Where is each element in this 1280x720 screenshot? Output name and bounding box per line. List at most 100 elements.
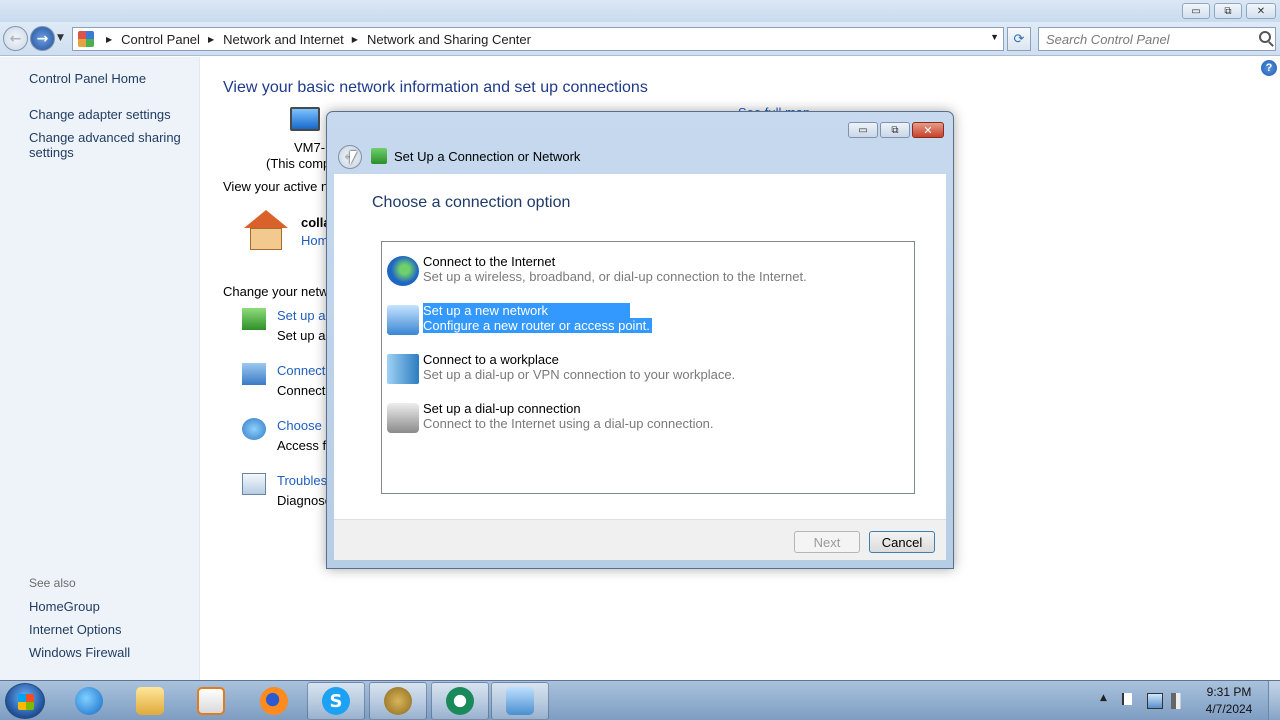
change-settings-heading: Change your netwo (223, 284, 336, 299)
forward-button[interactable]: → (30, 26, 55, 51)
taskbar-internet-explorer[interactable] (60, 682, 118, 720)
option-title: Connect to a workplace (423, 352, 559, 367)
taskbar-media-player[interactable] (182, 682, 240, 720)
option-description: Configure a new router or access point. (423, 318, 652, 333)
address-dropdown-icon[interactable]: ▼ (990, 32, 999, 42)
troubleshoot-icon (242, 473, 266, 495)
internet-explorer-icon (75, 687, 103, 715)
connect-network-task-desc: Connect (277, 383, 326, 398)
option-description: Set up a dial-up or VPN connection to yo… (423, 367, 736, 382)
mouse-cursor-icon (350, 151, 357, 165)
roof-shape (244, 210, 288, 228)
workplace-icon (387, 354, 419, 384)
dialog-title: Set Up a Connection or Network (394, 149, 581, 164)
connect-network-icon (242, 363, 266, 385)
windows-logo-icon (18, 694, 34, 710)
option-connect-internet[interactable]: Connect to the Internet Set up a wireles… (382, 252, 914, 292)
next-button[interactable]: Next (794, 531, 860, 553)
setup-connection-dialog: ▭ ⧉ ✕ ← Set Up a Connection or Network C… (326, 111, 954, 569)
search-input[interactable]: Search Control Panel (1038, 27, 1276, 51)
taskbar-money-app[interactable] (369, 682, 427, 720)
option-title: Set up a new network (423, 303, 630, 318)
left-pane: Control Panel Home Change adapter settin… (0, 57, 200, 680)
close-button[interactable]: ✕ (1246, 3, 1276, 19)
clock-date[interactable]: 4/7/2024 (1196, 702, 1262, 716)
taskbar-network-center[interactable] (491, 682, 549, 720)
action-center-flag-icon[interactable] (1122, 693, 1132, 705)
title-bar: ▭ ⧉ ✕ (0, 0, 1280, 22)
taskbar-firefox[interactable] (245, 682, 303, 720)
this-computer-label: (This comp (266, 156, 331, 171)
taskbar-skype[interactable]: S (307, 682, 365, 720)
option-new-network[interactable]: Set up a new network Configure a new rou… (382, 301, 914, 341)
volume-muted-icon[interactable] (1171, 693, 1187, 709)
dialog-minimize-button[interactable]: ▭ (848, 122, 878, 138)
green-app-icon (446, 687, 474, 715)
change-adapter-settings-link[interactable]: Change adapter settings (29, 107, 171, 122)
maximize-button[interactable]: ⧉ (1214, 3, 1242, 19)
option-title: Set up a dial-up connection (423, 401, 581, 416)
computer-icon (290, 107, 320, 131)
help-icon[interactable]: ? (1261, 60, 1277, 76)
money-bag-icon (384, 687, 412, 715)
windows-firewall-link[interactable]: Windows Firewall (29, 645, 130, 660)
search-icon[interactable] (1259, 31, 1271, 43)
network-tray-icon[interactable] (1147, 693, 1163, 709)
option-dialup[interactable]: Set up a dial-up connection Connect to t… (382, 399, 914, 439)
show-desktop-button[interactable] (1268, 681, 1280, 720)
dialog-heading: Choose a connection option (372, 194, 571, 211)
start-button[interactable] (5, 683, 45, 719)
breadcrumb-control-panel[interactable]: Control Panel (121, 32, 200, 47)
address-bar[interactable]: ▶ Control Panel ▶ Network and Internet ▶… (72, 27, 1004, 51)
network-type-link[interactable]: Hom (301, 233, 328, 248)
homegroup-task-link[interactable]: Choose h (277, 418, 333, 433)
breadcrumb-network-and-sharing-center[interactable]: Network and Sharing Center (367, 32, 531, 47)
page-title: View your basic network information and … (223, 79, 648, 96)
house-body-shape (250, 228, 282, 250)
taskbar-green-app[interactable] (431, 682, 489, 720)
back-button[interactable]: ← (3, 26, 28, 51)
show-hidden-icons-icon[interactable]: ▲ (1100, 693, 1107, 703)
phone-icon (387, 403, 419, 433)
breadcrumb-arrow-icon[interactable]: ▶ (208, 35, 214, 44)
network-setup-icon (371, 148, 387, 164)
dialog-close-button[interactable]: ✕ (912, 122, 944, 138)
minimize-button[interactable]: ▭ (1182, 3, 1210, 19)
refresh-button[interactable]: ⟳ (1007, 27, 1031, 51)
taskbar: S ▲ 9:31 PM 4/7/2024 (0, 680, 1280, 720)
breadcrumb-arrow-icon[interactable]: ▶ (106, 35, 112, 44)
option-title: Connect to the Internet (423, 254, 556, 269)
network-center-icon (506, 687, 534, 715)
home-network-icon (244, 210, 288, 252)
troubleshoot-task-desc: Diagnose (277, 493, 332, 508)
recent-pages-dropdown-icon[interactable]: ▼ (57, 33, 64, 43)
setup-network-icon (242, 308, 266, 330)
homegroup-link[interactable]: HomeGroup (29, 599, 100, 614)
homegroup-task-desc: Access fil (277, 438, 332, 453)
skype-icon: S (322, 687, 350, 715)
cancel-button[interactable]: Cancel (869, 531, 935, 553)
connection-options-list: Connect to the Internet Set up a wireles… (381, 241, 915, 494)
router-icon (387, 305, 419, 335)
firefox-icon (260, 687, 288, 715)
taskbar-windows-explorer[interactable] (121, 682, 179, 720)
homegroup-sharing-icon (242, 418, 266, 440)
option-connect-workplace[interactable]: Connect to a workplace Set up a dial-up … (382, 350, 914, 390)
option-description: Connect to the Internet using a dial-up … (423, 416, 714, 431)
dialog-maximize-button[interactable]: ⧉ (880, 122, 910, 138)
breadcrumb-arrow-icon[interactable]: ▶ (352, 35, 358, 44)
folder-icon (136, 687, 164, 715)
connect-network-task-link[interactable]: Connect (277, 363, 325, 378)
control-panel-home-link[interactable]: Control Panel Home (29, 71, 146, 86)
internet-options-link[interactable]: Internet Options (29, 622, 122, 637)
see-also-heading: See also (29, 576, 76, 590)
change-advanced-sharing-link[interactable]: Change advanced sharing settings (29, 130, 189, 160)
navigation-bar: ← → ▼ ▶ Control Panel ▶ Network and Inte… (0, 22, 1280, 56)
active-networks-heading: View your active ne (223, 179, 336, 194)
breadcrumb-network-and-internet[interactable]: Network and Internet (223, 32, 344, 47)
control-panel-icon (78, 31, 94, 47)
media-player-icon (197, 687, 225, 715)
clock-time[interactable]: 9:31 PM (1196, 685, 1262, 699)
dialog-footer: Next Cancel (334, 519, 946, 560)
search-placeholder: Search Control Panel (1046, 31, 1170, 47)
